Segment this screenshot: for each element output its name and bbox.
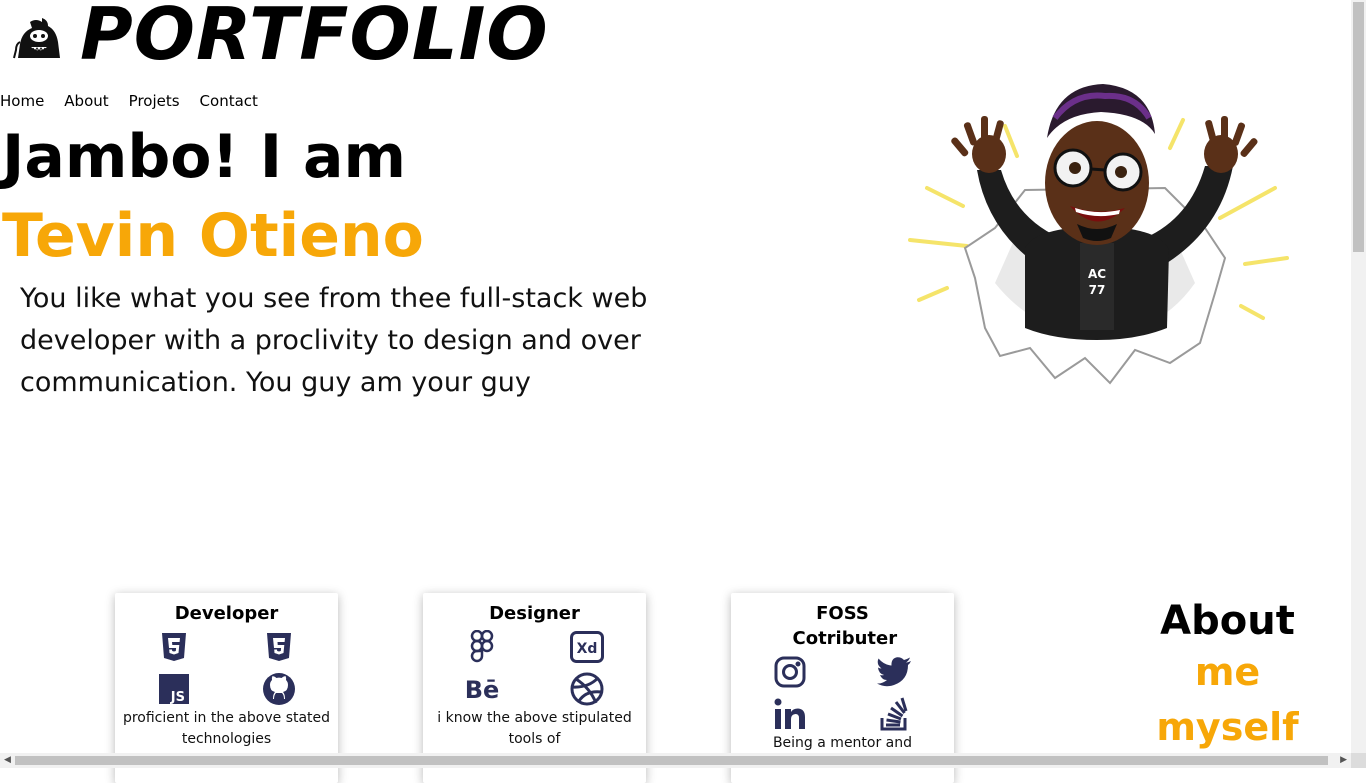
- nav-home-link[interactable]: Home: [0, 92, 44, 110]
- javascript-icon: JS: [122, 672, 227, 706]
- scroll-right-arrow-icon[interactable]: ▶: [1340, 753, 1347, 768]
- about-title: About: [1160, 598, 1295, 644]
- designer-card-title: Designer: [489, 603, 580, 624]
- html5-icon: [122, 630, 227, 664]
- designer-card-text: i know the above stipulated tools of: [437, 710, 632, 747]
- scrollbar-corner: [1351, 753, 1366, 768]
- svg-text:Bē: Bē: [465, 676, 500, 704]
- twitter-icon[interactable]: [843, 655, 948, 689]
- bitmoji-avatar-icon: AC 77: [908, 84, 1289, 385]
- instagram-icon[interactable]: [738, 655, 843, 689]
- linkedin-icon[interactable]: [738, 697, 843, 731]
- about-me: me: [1194, 650, 1261, 694]
- svg-text:77: 77: [1089, 283, 1106, 297]
- gorilla-logo-icon: [13, 18, 60, 59]
- foss-card-title: FOSS Cotributer: [792, 603, 898, 649]
- vertical-scroll-thumb[interactable]: [1353, 2, 1364, 252]
- main-nav: Home About Projets Contact: [0, 92, 278, 110]
- svg-text:Xd: Xd: [577, 641, 598, 657]
- about-myself: myself: [1156, 705, 1299, 749]
- nav-about-link[interactable]: About: [64, 92, 108, 110]
- brand-title: PORTFOLIO: [80, 0, 549, 76]
- horizontal-scrollbar[interactable]: ◀ ▶: [0, 753, 1351, 768]
- adobe-xd-icon: Xd: [535, 630, 640, 664]
- svg-text:AC: AC: [1088, 267, 1106, 281]
- developer-card-title: Developer: [174, 603, 279, 624]
- horizontal-scroll-thumb[interactable]: [15, 756, 1328, 765]
- github-icon[interactable]: [227, 672, 332, 706]
- hero-bio: You like what you see from thee full-sta…: [20, 283, 648, 398]
- nav-projects-link[interactable]: Projets: [129, 92, 180, 110]
- hero-greeting: Jambo! I am: [2, 122, 406, 192]
- svg-text:JS: JS: [170, 690, 185, 704]
- developer-card-text: proficient in the above stated technolog…: [122, 710, 331, 747]
- about-heading: About me myself: [1120, 598, 1335, 754]
- behance-icon: Bē: [430, 672, 535, 706]
- vertical-scrollbar[interactable]: [1351, 0, 1366, 753]
- css3-icon: [227, 630, 332, 664]
- dribbble-icon[interactable]: [535, 672, 640, 706]
- stackoverflow-icon[interactable]: [843, 697, 948, 731]
- hero-name: Tevin Otieno: [2, 201, 424, 271]
- scroll-left-arrow-icon[interactable]: ◀: [4, 753, 11, 768]
- nav-contact-link[interactable]: Contact: [200, 92, 258, 110]
- figma-icon: [430, 630, 535, 664]
- foss-card-text: Being a mentor and: [772, 735, 913, 751]
